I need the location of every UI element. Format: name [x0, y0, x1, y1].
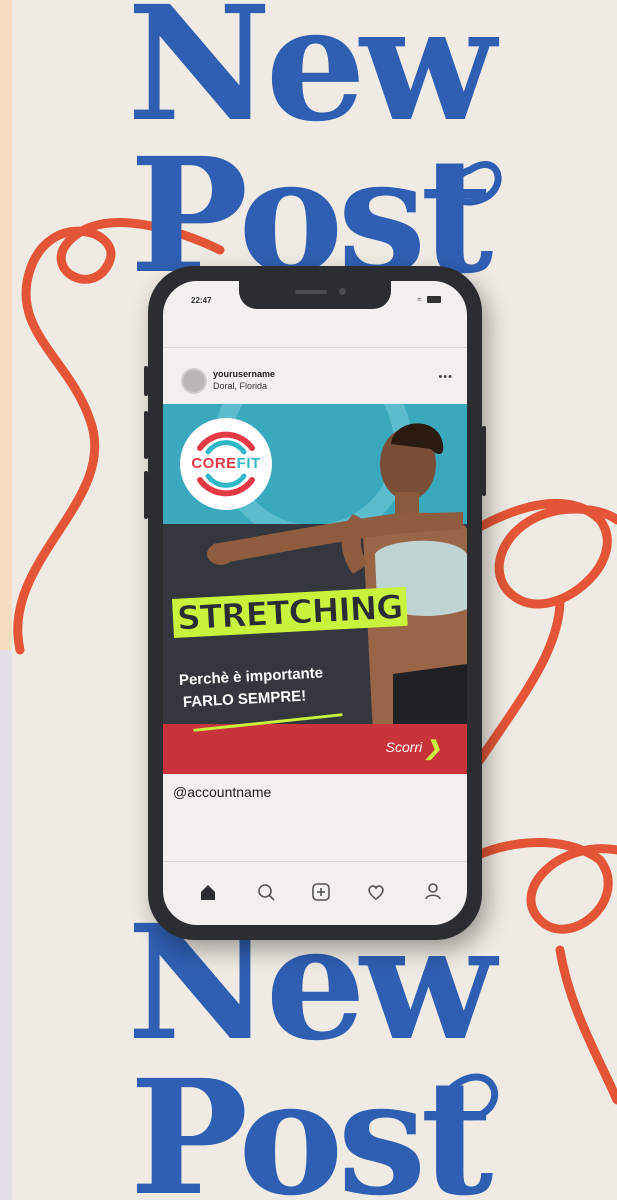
post-location[interactable]: Doral, Florida [213, 381, 267, 391]
phone-volume-up [144, 411, 148, 459]
ellipsis-icon[interactable]: ••• [438, 371, 453, 383]
logo-fit-text: FIT [236, 455, 261, 472]
speaker-grille [295, 290, 327, 294]
swipe-label-text: Scorri [385, 739, 423, 756]
profile-icon[interactable] [418, 877, 448, 907]
headline-top-new: New [127, 0, 496, 157]
swipe-label[interactable]: Scorri ❯ [386, 736, 441, 761]
post-header: yourusername Doral, Florida ••• [163, 365, 467, 401]
headline-bottom-post: Post [129, 1046, 494, 1200]
corefit-logo: COREFIT [180, 418, 272, 510]
phone-mockup: 22:47 ≈ yourusername Doral, Florida ••• [144, 266, 486, 940]
front-camera [339, 288, 346, 295]
bottom-nav [163, 877, 467, 907]
battery-icon [427, 296, 441, 304]
chevron-right-icon: ❯ [424, 738, 441, 760]
nav-divider [163, 861, 467, 862]
heart-icon[interactable] [361, 877, 391, 907]
phone-mute-switch [144, 366, 148, 396]
status-icons: ≈ [417, 295, 441, 304]
phone-power-button [482, 426, 486, 496]
post-caption[interactable]: @accountname [173, 784, 271, 800]
topbar-divider [163, 347, 467, 348]
status-time: 22:47 [191, 296, 212, 305]
post-image[interactable]: COREFIT STRETCHING Perchè è importante F… [163, 404, 467, 774]
logo-text: COREFIT [180, 455, 272, 472]
phone-notch [239, 281, 391, 309]
add-post-icon[interactable] [306, 877, 336, 907]
phone-screen: 22:47 ≈ yourusername Doral, Florida ••• [163, 281, 467, 925]
home-icon[interactable] [193, 877, 223, 907]
search-icon[interactable] [251, 877, 281, 907]
phone-volume-down [144, 471, 148, 519]
post-username[interactable]: yourusername [213, 369, 275, 379]
avatar[interactable] [181, 368, 207, 394]
logo-core-text: CORE [191, 455, 237, 472]
wifi-icon: ≈ [417, 295, 422, 304]
